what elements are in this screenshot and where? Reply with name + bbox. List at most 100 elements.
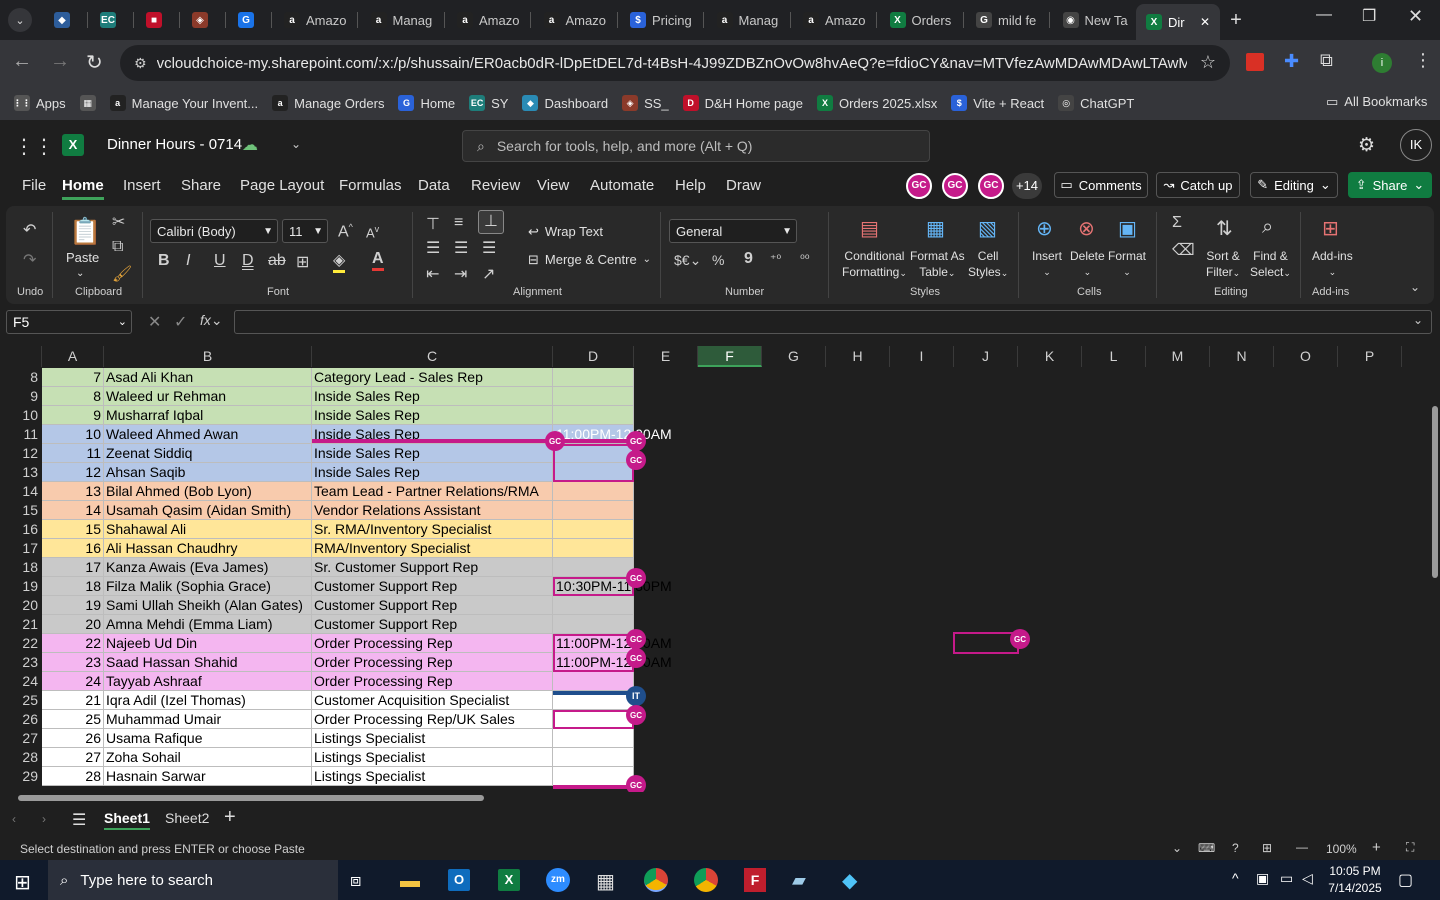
table-cell[interactable]: 23 <box>42 653 104 672</box>
zoom-out-icon[interactable]: — <box>1296 840 1308 854</box>
excel-taskbar-icon[interactable]: X <box>498 869 520 891</box>
bold-icon[interactable]: B <box>158 252 170 270</box>
table-cell[interactable]: 27 <box>42 748 104 767</box>
bookmark-item[interactable]: ⋮⋮ Apps <box>13 95 66 111</box>
row-header[interactable]: 11 <box>0 425 42 444</box>
ribbon-tab-view[interactable]: View <box>537 177 569 194</box>
table-cell[interactable]: Zoha Sohail <box>104 748 312 767</box>
view-icon[interactable]: ⊞ <box>1262 841 1272 855</box>
table-cell[interactable]: 28 <box>42 767 104 786</box>
font-color-icon[interactable]: A <box>372 250 384 271</box>
format-as-table-button[interactable]: Format As Table⌄ <box>910 248 965 281</box>
borders-icon[interactable]: ⊞ <box>296 252 309 272</box>
find-select-icon[interactable]: ⌕ <box>1262 216 1273 239</box>
font-name-select[interactable]: Calibri (Body) ▼ <box>150 219 278 243</box>
ribbon-tab-share[interactable]: Share <box>181 177 221 194</box>
delete-button[interactable]: Delete ⌄ <box>1070 248 1105 280</box>
table-cell[interactable]: 16 <box>42 539 104 558</box>
browser-tab[interactable]: G <box>228 6 272 34</box>
new-tab-button[interactable]: + <box>1224 8 1248 32</box>
comments-button[interactable]: ▭ Comments <box>1054 172 1148 198</box>
row-header[interactable]: 28 <box>0 748 42 767</box>
share-button[interactable]: ⇪ Share ⌄ <box>1348 172 1432 198</box>
table-cell[interactable]: 21 <box>42 691 104 710</box>
cell-styles-icon[interactable]: ▧ <box>978 216 997 241</box>
bookmark-item[interactable]: ◈ SS_ <box>622 95 669 111</box>
add-sheet-button[interactable]: + <box>224 806 236 829</box>
collaborator-badge-gc[interactable]: GC <box>626 450 646 470</box>
browser-tab[interactable]: Gmild fe <box>966 6 1050 34</box>
insert-function-icon[interactable]: fx⌄ <box>200 312 223 329</box>
confirm-formula-icon[interactable]: ✓ <box>174 312 187 332</box>
table-cell[interactable]: Vendor Relations Assistant <box>312 501 553 520</box>
prev-sheet-icon[interactable]: ‹ <box>12 812 16 826</box>
editing-mode-button[interactable]: ✎ Editing ⌄ <box>1250 172 1338 198</box>
table-cell[interactable]: Customer Support Rep <box>312 577 553 596</box>
collaborator-badge-gc[interactable]: GC <box>626 568 646 588</box>
collaborator-badge-gc[interactable]: GC <box>626 775 646 792</box>
table-cell[interactable]: 24 <box>42 672 104 691</box>
address-bar[interactable]: ⚙ vcloudchoice-my.sharepoint.com/:x:/p/s… <box>120 45 1230 81</box>
format-painter-icon[interactable]: 🖌 <box>112 264 132 284</box>
dinner-time-value[interactable]: 11:00PM-12:00AM <box>553 653 672 672</box>
table-cell[interactable]: Team Lead - Partner Relations/RMA <box>312 482 553 501</box>
column-header-n[interactable]: N <box>1210 346 1274 367</box>
sort-filter-icon[interactable]: ⇅ <box>1216 216 1233 241</box>
decrease-font-icon[interactable]: Av <box>366 224 379 240</box>
double-underline-icon[interactable]: D <box>242 252 254 270</box>
table-cell[interactable]: Listings Specialist <box>312 767 553 786</box>
currency-icon[interactable]: $€⌄ <box>674 252 701 269</box>
bookmark-item[interactable]: G Home <box>398 95 455 111</box>
zoom-app-icon[interactable]: zm <box>546 868 570 892</box>
table-cell[interactable]: Listings Specialist <box>312 729 553 748</box>
row-header[interactable]: 27 <box>0 729 42 748</box>
paste-button[interactable]: Paste <box>66 250 99 266</box>
h-scroll-thumb[interactable] <box>18 795 484 801</box>
column-header-a[interactable]: A <box>42 346 104 367</box>
percent-icon[interactable]: % <box>712 252 724 268</box>
table-cell[interactable]: 25 <box>42 710 104 729</box>
tray-chevron-icon[interactable]: ^ <box>1232 870 1239 886</box>
extension-icon-blue[interactable]: ✚ <box>1284 51 1299 72</box>
table-cell[interactable] <box>553 748 634 767</box>
cut-icon[interactable]: ✂ <box>112 212 125 232</box>
row-header[interactable]: 14 <box>0 482 42 501</box>
zoom-in-icon[interactable]: + <box>1372 839 1381 856</box>
ribbon-tab-file[interactable]: File <box>22 177 46 194</box>
row-header[interactable]: 23 <box>0 653 42 672</box>
insert-button[interactable]: Insert ⌄ <box>1032 248 1062 280</box>
filezilla-icon[interactable]: F <box>744 868 766 892</box>
ribbon-expand-icon[interactable]: ⌄ <box>1410 280 1420 294</box>
clear-icon[interactable]: ⌫ <box>1172 240 1195 260</box>
name-box[interactable]: F5 ⌄ <box>6 310 132 334</box>
browser-tab[interactable]: ◉ New Ta <box>1053 6 1137 34</box>
table-cell[interactable] <box>553 463 634 482</box>
chrome-profile-taskbar-icon[interactable] <box>694 868 718 892</box>
table-cell[interactable]: Ahsan Saqib <box>104 463 312 482</box>
ribbon-tab-home[interactable]: Home <box>62 177 104 200</box>
column-header-i[interactable]: I <box>890 346 954 367</box>
table-cell[interactable] <box>553 520 634 539</box>
table-cell[interactable]: Customer Support Rep <box>312 615 553 634</box>
table-cell[interactable] <box>553 691 634 710</box>
table-cell[interactable]: Najeeb Ud Din <box>104 634 312 653</box>
table-cell[interactable]: Order Processing Rep <box>312 653 553 672</box>
all-bookmarks[interactable]: ▭ All Bookmarks <box>1326 94 1427 110</box>
increase-font-icon[interactable]: A^ <box>338 222 353 241</box>
browser-tab[interactable]: $ Pricing <box>620 6 704 34</box>
dinner-time-value[interactable]: 10:30PM-11:30PM <box>553 577 672 596</box>
column-header-f[interactable]: F <box>698 346 762 367</box>
table-cell[interactable]: Order Processing Rep <box>312 634 553 653</box>
table-cell[interactable]: 17 <box>42 558 104 577</box>
browser-tab[interactable]: a Amazo <box>447 6 531 34</box>
bookmark-item[interactable]: EC SY <box>469 95 508 111</box>
fullscreen-icon[interactable]: ⛶ <box>1406 840 1414 855</box>
maximize-icon[interactable]: ❐ <box>1362 6 1376 26</box>
align-right-icon[interactable]: ☰ <box>482 238 496 258</box>
bookmark-star-icon[interactable]: ☆ <box>1200 52 1216 73</box>
paste-icon[interactable]: 📋 <box>69 216 101 247</box>
redo-icon[interactable]: ↷ <box>23 250 36 270</box>
chrome-menu-icon[interactable]: ⋮ <box>1414 50 1432 71</box>
row-header[interactable]: 24 <box>0 672 42 691</box>
bookmark-item[interactable]: ◆ Dashboard <box>522 95 608 111</box>
